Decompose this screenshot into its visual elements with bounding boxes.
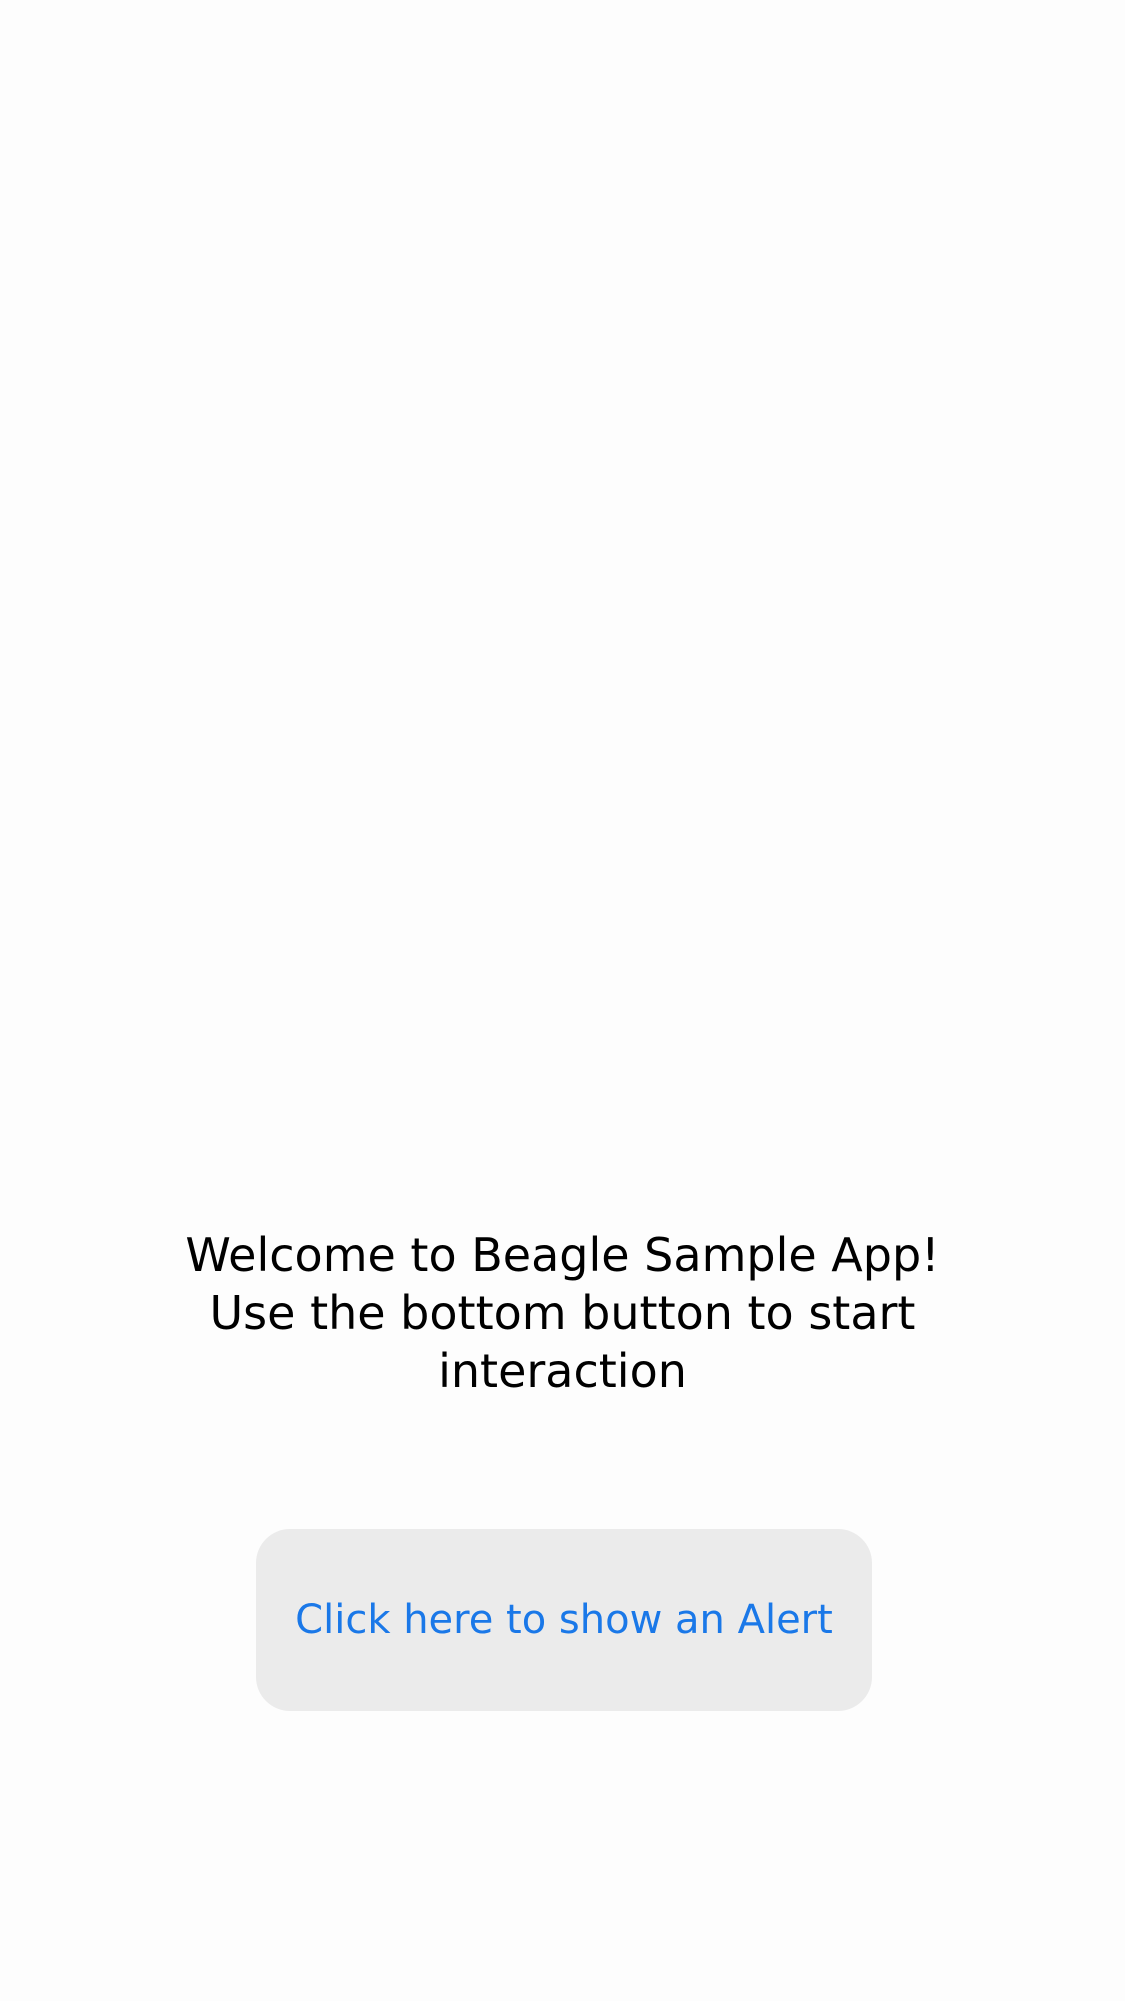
show-alert-button[interactable]: Click here to show an Alert (256, 1529, 872, 1711)
welcome-line-1: Welcome to Beagle Sample App! (185, 1228, 940, 1282)
welcome-line-2: Use the bottom button to start (209, 1286, 916, 1340)
show-alert-button-label: Click here to show an Alert (295, 1597, 833, 1643)
app-screen: Welcome to Beagle Sample App! Use the bo… (0, 0, 1125, 2001)
welcome-line-3: interaction (438, 1344, 687, 1398)
welcome-message: Welcome to Beagle Sample App! Use the bo… (0, 1226, 1125, 1400)
